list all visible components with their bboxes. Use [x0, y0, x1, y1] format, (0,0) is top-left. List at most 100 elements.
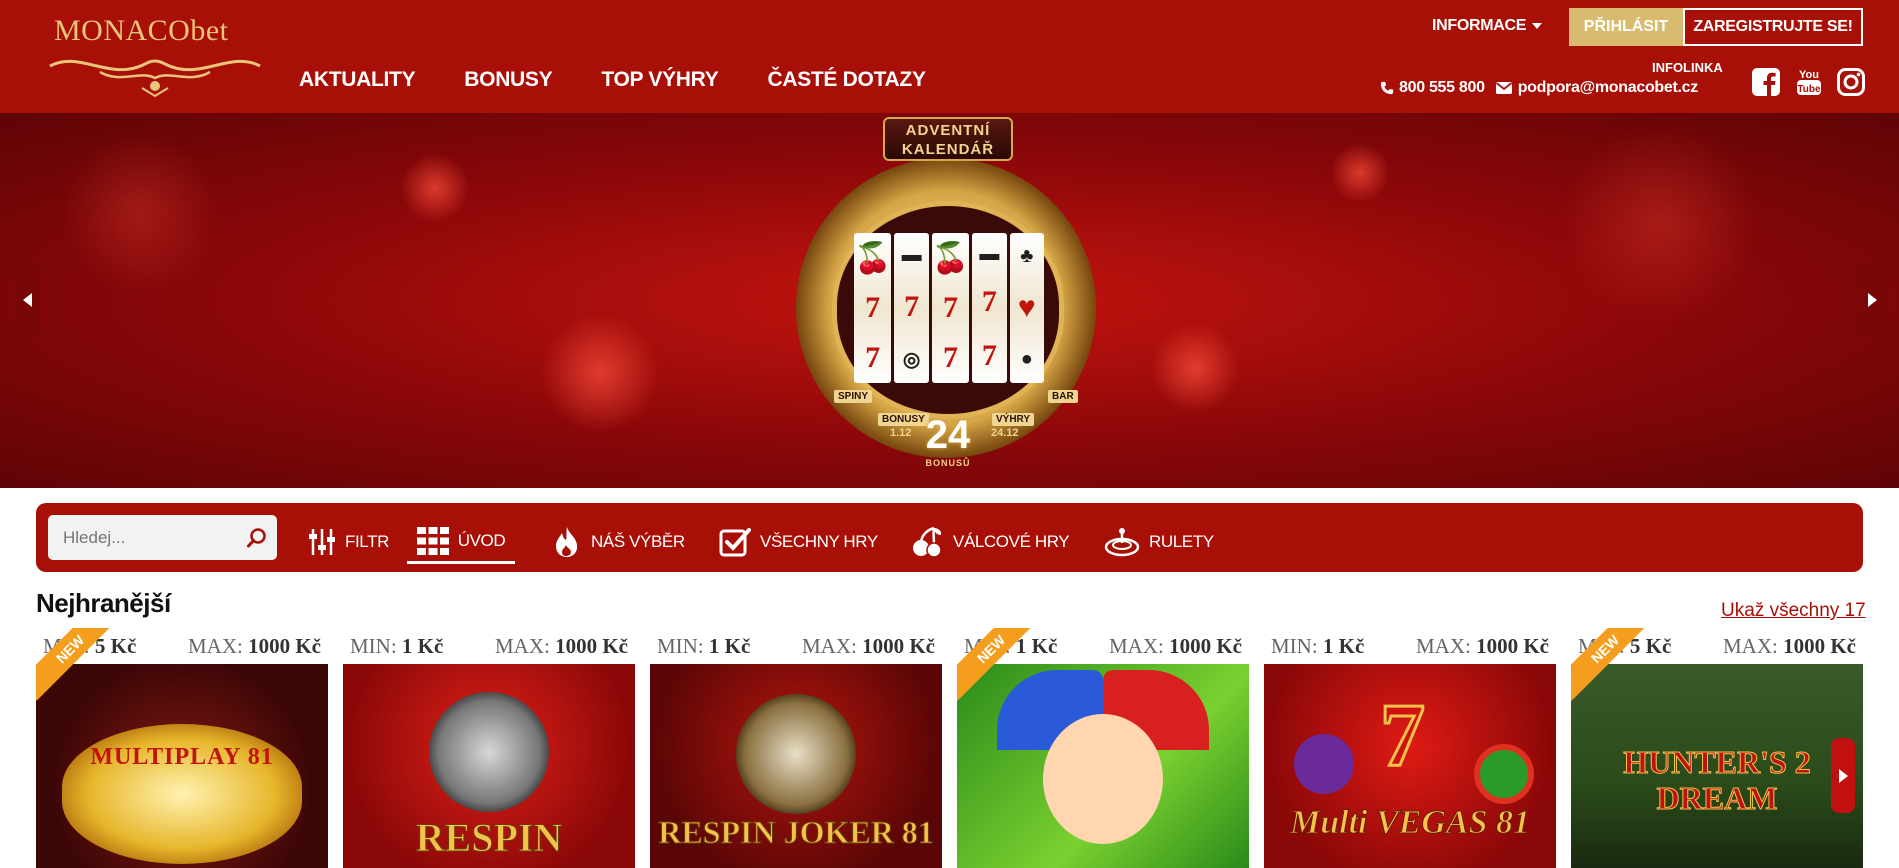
- advent-title-line1: ADVENTNÍ: [905, 122, 991, 139]
- max-bet: MAX: 1000 Kč: [1416, 633, 1549, 658]
- grapes: [1294, 734, 1354, 794]
- caret-down-icon: [1532, 23, 1543, 29]
- instagram-icon[interactable]: [1836, 67, 1866, 97]
- info-menu-label: INFORMACE: [1432, 17, 1527, 34]
- banner-next-button[interactable]: [1859, 262, 1885, 338]
- game-title: RESPIN JOKER 81: [658, 814, 935, 851]
- game-card[interactable]: MIN: 1 Kč MAX: 1000 Kč 7 Multi VEGAS 81: [1264, 628, 1556, 868]
- search-icon[interactable]: [246, 527, 268, 549]
- game-thumbnail: 7 Multi VEGAS 81: [1264, 664, 1556, 868]
- advent-title-line2: KALENDÁŘ: [901, 141, 995, 158]
- arrow-right-icon: [1867, 293, 1877, 307]
- game-thumbnail: [957, 664, 1249, 868]
- min-bet: MIN: 1 Kč: [350, 633, 444, 658]
- bar-label: BAR: [1048, 390, 1078, 403]
- bonus-count: 24: [925, 413, 971, 457]
- svg-text:Tube: Tube: [1797, 84, 1821, 95]
- reel: ▬ 7 ◎: [894, 233, 929, 383]
- tab-nas-vyber[interactable]: NÁŠ VÝBĚR: [552, 520, 685, 564]
- jester-face: [1043, 714, 1163, 844]
- filter-toggle[interactable]: FILTR: [308, 520, 389, 564]
- register-button[interactable]: ZAREGISTRUJTE SE!: [1683, 8, 1863, 46]
- date-end: 24.12: [991, 427, 1019, 439]
- tab-valcove-hry[interactable]: VÁLCOVÉ HRY: [910, 520, 1070, 564]
- reel: ▬ 7 7: [972, 233, 1007, 383]
- info-menu[interactable]: INFORMACE: [1432, 17, 1543, 35]
- search-input[interactable]: [48, 515, 277, 560]
- advent-calendar-artwork: ADVENTNÍ KALENDÁŘ 🍒 7 7 ▬ 7 ◎ 🍒 7 7 ▬ 7 7 ♣ ♥ ● SP…: [708, 113, 1188, 488]
- bet-limits: MIN: 1 Kč MAX: 1000 Kč: [1264, 628, 1556, 664]
- game-card[interactable]: MIN: 1 Kč MAX: 1000 Kč RESPIN JOKER: [343, 628, 635, 868]
- roulette-icon: [1104, 528, 1140, 557]
- phone-icon: [1380, 81, 1394, 95]
- tab-uvod-label: ÚVOD: [457, 530, 506, 550]
- game-card[interactable]: MIN: 1 Kč MAX: 1000 Kč RESPIN JOKER 81: [650, 628, 942, 868]
- bokeh-light: [1330, 143, 1390, 203]
- banner-prev-button[interactable]: [14, 262, 40, 338]
- tab-uvod[interactable]: ÚVOD: [407, 520, 515, 564]
- cherry-icon: [913, 526, 942, 558]
- vyhry-label: VÝHRY: [992, 413, 1035, 426]
- min-bet: MIN: 1 Kč: [657, 633, 751, 658]
- svg-text:You: You: [1799, 69, 1819, 81]
- game-title: RESPIN JOKER: [415, 815, 563, 868]
- envelope-icon: [1495, 82, 1512, 94]
- tab-nas-vyber-label: NÁŠ VÝBĚR: [591, 532, 685, 551]
- game-thumbnail: RESPIN JOKER 81: [650, 664, 942, 868]
- email-link[interactable]: podpora@monacobet.cz: [1495, 79, 1698, 97]
- max-bet: MAX: 1000 Kč: [188, 633, 321, 658]
- main-nav: AKTUALITY BONUSY TOP VÝHRY ČASTÉ DOTAZY: [299, 68, 926, 92]
- bokeh-light: [400, 153, 470, 223]
- logo-ornament-icon: [49, 59, 261, 98]
- bonus-counter: 24 BONUSŮ: [908, 413, 988, 483]
- reel: 🍒 7 7: [931, 233, 970, 383]
- bokeh-light: [540, 313, 660, 433]
- nav-bonusy[interactable]: BONUSY: [464, 68, 552, 92]
- tab-vsechny-hry[interactable]: VŠECHNY HRY: [719, 520, 878, 564]
- game-card[interactable]: MIN: 1 Kč MAX: 1000 Kč NEW: [957, 628, 1249, 868]
- spiny-label: SPINY: [834, 390, 873, 403]
- flame-icon: [556, 527, 578, 557]
- max-bet: MAX: 1000 Kč: [802, 633, 935, 658]
- login-button[interactable]: PŘIHLÁSIT: [1569, 8, 1683, 46]
- nav-caste-dotazy[interactable]: ČASTÉ DOTAZY: [767, 68, 925, 92]
- game-thumbnail: RESPIN JOKER: [343, 664, 635, 868]
- youtube-icon[interactable]: You Tube: [1794, 67, 1824, 97]
- filter-label: FILTR: [345, 532, 389, 551]
- phone-number: 800 555 800: [1399, 79, 1485, 96]
- reel: ♣ ♥ ●: [1009, 233, 1044, 383]
- game-card[interactable]: MIN: 5 Kč MAX: 1000 Kč NEW MULTIPLAY 81: [36, 628, 328, 868]
- watermelon: [1474, 744, 1534, 804]
- jester-mask: [736, 694, 856, 814]
- bokeh-light: [1560, 123, 1760, 323]
- nav-aktuality[interactable]: AKTUALITY: [299, 68, 416, 92]
- phone-link[interactable]: 800 555 800: [1380, 79, 1485, 97]
- logo[interactable]: MONACObet: [40, 10, 270, 98]
- game-thumbnail: HUNTER'S 2 DREAM: [1571, 664, 1863, 868]
- game-title: MULTIPLAY 81: [90, 744, 274, 770]
- max-bet: MAX: 1000 Kč: [495, 633, 628, 658]
- seven-symbol: 7: [1379, 685, 1427, 787]
- min-bet: MIN: 1 Kč: [1271, 633, 1365, 658]
- bet-limits: MIN: 1 Kč MAX: 1000 Kč: [343, 628, 635, 664]
- max-bet: MAX: 1000 Kč: [1723, 633, 1856, 658]
- grid-icon: [416, 526, 449, 555]
- logo-text: MONACObet: [54, 14, 229, 47]
- advent-plate: ADVENTNÍ KALENDÁŘ: [883, 117, 1013, 161]
- show-all-link[interactable]: Ukaž všechny 17: [1721, 600, 1866, 622]
- email-address: podpora@monacobet.cz: [1517, 79, 1699, 96]
- bonus-count-label: BONUSŮ: [925, 458, 971, 468]
- game-title: HUNTER'S 2 DREAM: [1623, 744, 1812, 817]
- bokeh-light: [60, 133, 220, 293]
- facebook-icon[interactable]: [1751, 67, 1781, 97]
- game-card[interactable]: MIN: 5 Kč MAX: 1000 Kč NEW HUNTER'S 2 DR…: [1571, 628, 1863, 868]
- nav-top-vyhry[interactable]: TOP VÝHRY: [601, 68, 718, 92]
- slot-reels: 🍒 7 7 ▬ 7 ◎ 🍒 7 7 ▬ 7 7 ♣ ♥ ●: [854, 233, 1044, 383]
- tab-rulety[interactable]: RULETY: [1104, 520, 1214, 564]
- games-next-button[interactable]: [1831, 738, 1855, 813]
- checkbox-icon: [719, 528, 751, 557]
- arrow-right-icon: [1838, 768, 1848, 783]
- sliders-icon: [309, 529, 335, 555]
- game-title: Multi VEGAS 81: [1290, 804, 1531, 842]
- tab-vsechny-hry-label: VŠECHNY HRY: [760, 532, 878, 551]
